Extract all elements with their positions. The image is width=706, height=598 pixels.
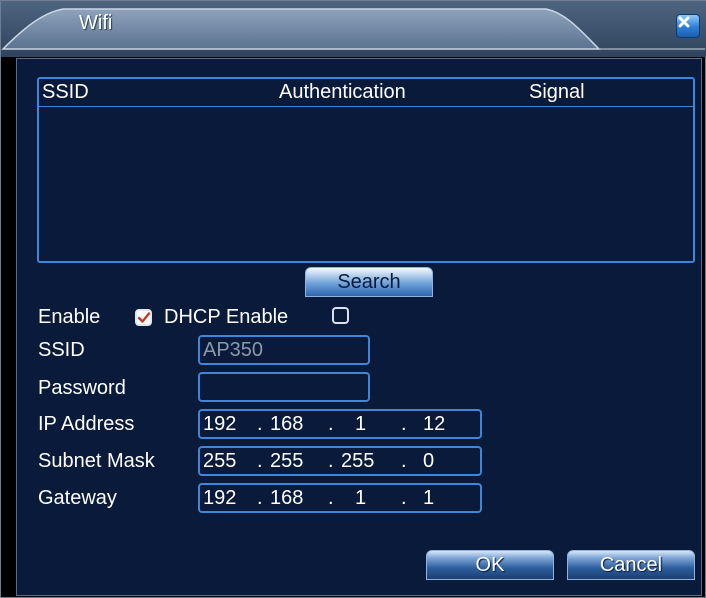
gateway-octet-4: 1: [423, 487, 435, 509]
subnet-octet-3: 255: [341, 450, 375, 472]
ip-address-label: IP Address: [38, 413, 135, 435]
column-header-signal: Signal: [529, 81, 585, 103]
gateway-octet-1: 192: [203, 487, 237, 509]
subnet-octet-1: 255: [203, 450, 237, 472]
ip-separator: .: [328, 487, 334, 509]
content-panel: SSID Authentication Signal Search Enable…: [16, 58, 702, 596]
gateway-octet-2: 168: [270, 487, 304, 509]
password-input[interactable]: [198, 372, 370, 402]
close-icon: [678, 16, 690, 28]
subnet-mask-input[interactable]: 255 . 255 . 255 . 0: [198, 446, 482, 476]
ip-separator: .: [401, 413, 407, 435]
ip-separator: .: [257, 450, 263, 472]
ip-separator: .: [328, 450, 334, 472]
dhcp-enable-checkbox[interactable]: [332, 307, 349, 324]
password-label: Password: [38, 377, 126, 399]
ok-button[interactable]: OK: [426, 550, 554, 580]
ip-octet-1: 192: [203, 413, 237, 435]
ip-separator: .: [401, 487, 407, 509]
ip-separator: .: [257, 487, 263, 509]
column-header-ssid: SSID: [42, 81, 89, 103]
ip-octet-4: 12: [423, 413, 446, 435]
close-button[interactable]: [676, 14, 700, 38]
ip-octet-2: 168: [270, 413, 304, 435]
gateway-octet-3: 1: [355, 487, 367, 509]
wifi-dialog: Wifi SSID Authentication Signal Search E…: [0, 0, 706, 598]
wifi-network-table: SSID Authentication Signal: [37, 77, 695, 263]
dhcp-enable-label: DHCP Enable: [164, 306, 289, 328]
enable-label: Enable: [38, 306, 101, 328]
network-list[interactable]: [39, 107, 693, 261]
subnet-octet-2: 255: [270, 450, 304, 472]
enable-checkbox[interactable]: [135, 309, 152, 326]
ip-separator: .: [328, 413, 334, 435]
ip-octet-3: 1: [355, 413, 367, 435]
ssid-label: SSID: [38, 339, 85, 361]
gateway-input[interactable]: 192 . 168 . 1 . 1: [198, 483, 482, 513]
column-header-authentication: Authentication: [279, 81, 406, 103]
ssid-input[interactable]: AP350: [198, 335, 370, 365]
search-button[interactable]: Search: [305, 267, 433, 297]
cancel-button[interactable]: Cancel: [567, 550, 695, 580]
ip-separator: .: [401, 450, 407, 472]
ip-separator: .: [257, 413, 263, 435]
gateway-label: Gateway: [38, 487, 117, 509]
window-title: Wifi: [79, 12, 113, 34]
ip-address-input[interactable]: 192 . 168 . 1 . 12: [198, 409, 482, 439]
title-bar: Wifi: [1, 1, 706, 57]
checkmark-icon: [137, 312, 151, 323]
subnet-mask-label: Subnet Mask: [38, 450, 155, 472]
subnet-octet-4: 0: [423, 450, 435, 472]
